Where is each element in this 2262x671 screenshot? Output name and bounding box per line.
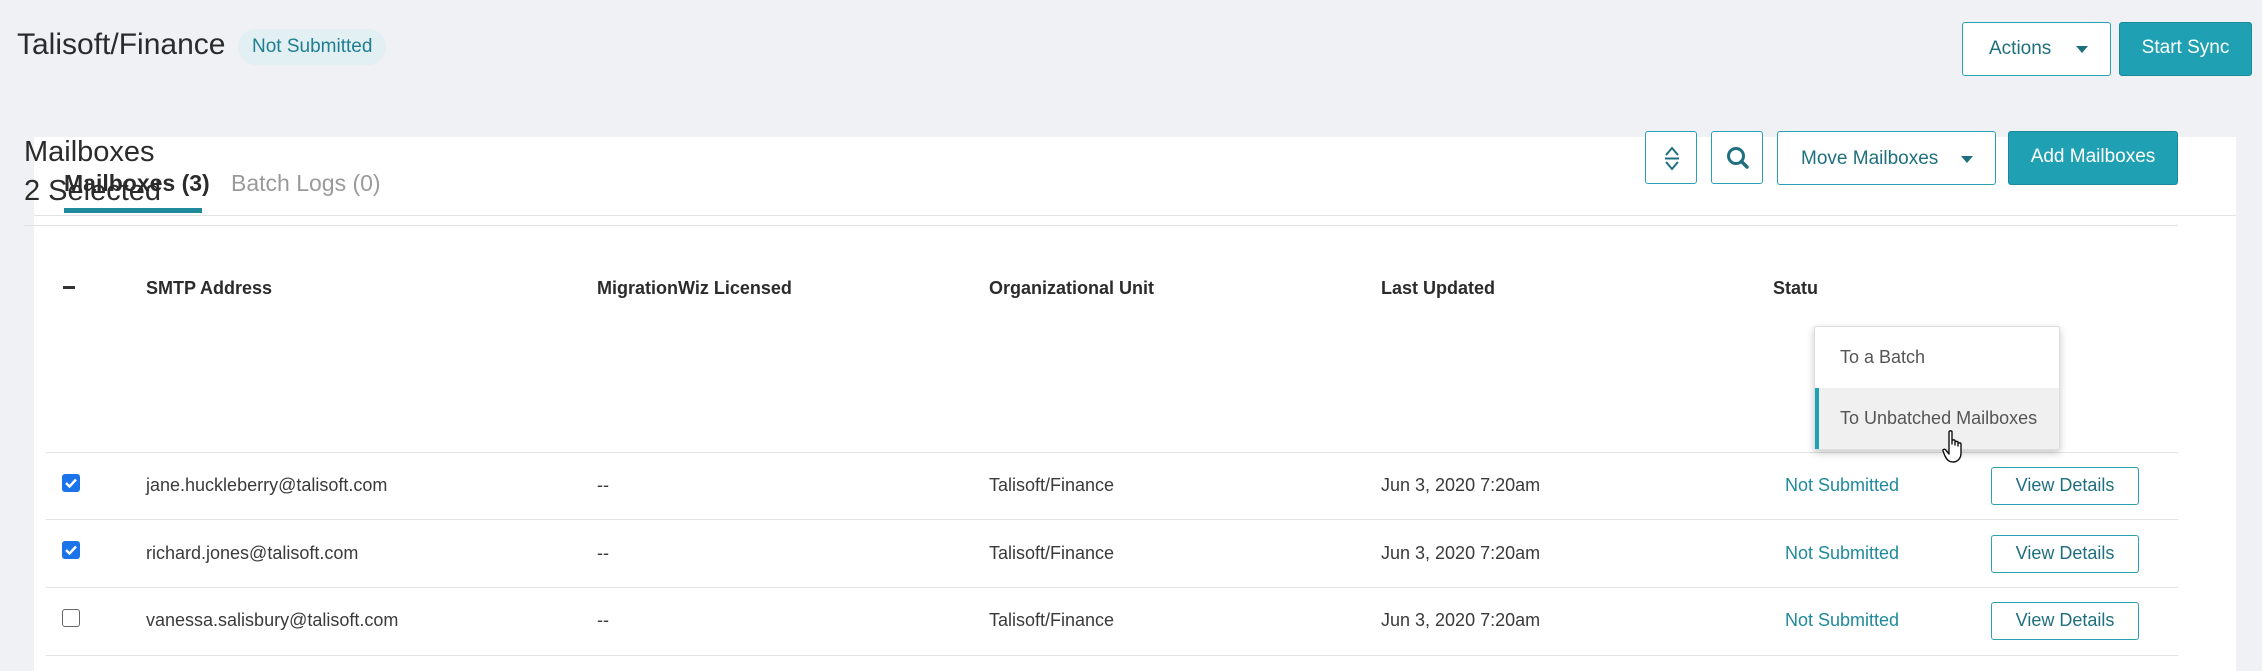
header-migrationwiz-licensed[interactable]: MigrationWiz Licensed xyxy=(597,278,792,299)
cell-organizational-unit: Talisoft/Finance xyxy=(989,475,1115,495)
row-divider xyxy=(46,655,2178,656)
cell-organizational-unit: Talisoft/Finance xyxy=(989,610,1115,630)
move-mailboxes-button[interactable]: Move Mailboxes xyxy=(1777,131,1996,185)
actions-dropdown-button[interactable]: Actions xyxy=(1962,22,2111,76)
header-status[interactable]: Statu xyxy=(1773,278,1818,299)
row-divider xyxy=(46,519,2178,520)
move-mailboxes-label: Move Mailboxes xyxy=(1801,148,1939,169)
row-checkbox[interactable] xyxy=(62,474,80,492)
menu-item-to-a-batch[interactable]: To a Batch xyxy=(1815,327,2059,388)
view-details-button[interactable]: View Details xyxy=(1991,602,2139,640)
cell-licensed: -- xyxy=(597,610,609,630)
cell-smtp-address: jane.huckleberry@talisoft.com xyxy=(146,475,388,495)
header-organizational-unit[interactable]: Organizational Unit xyxy=(989,278,1154,299)
move-mailboxes-menu: To a Batch To Unbatched Mailboxes xyxy=(1814,326,2060,450)
row-checkbox[interactable] xyxy=(62,609,80,627)
selected-count: 2 Selected xyxy=(24,175,162,207)
hand-pointer-cursor-icon xyxy=(1942,430,1962,463)
cell-status: Not Submitted xyxy=(1785,610,1900,630)
add-mailboxes-button[interactable]: Add Mailboxes xyxy=(2008,131,2178,185)
header-last-updated[interactable]: Last Updated xyxy=(1381,278,1495,299)
cell-status: Not Submitted xyxy=(1785,475,1900,495)
caret-down-icon xyxy=(2076,46,2088,53)
section-divider xyxy=(24,225,2178,226)
actions-label: Actions xyxy=(1989,38,2052,59)
search-button[interactable] xyxy=(1711,131,1763,184)
menu-selection-bar xyxy=(1815,388,1819,449)
view-details-button[interactable]: View Details xyxy=(1991,467,2139,505)
row-checkbox[interactable] xyxy=(62,541,80,559)
cell-last-updated: Jun 3, 2020 7:20am xyxy=(1381,610,1541,630)
cell-last-updated: Jun 3, 2020 7:20am xyxy=(1381,475,1541,495)
view-details-button[interactable]: View Details xyxy=(1991,535,2139,573)
page-header: Talisoft/Finance Not Submitted Actions S… xyxy=(0,0,2262,95)
search-icon xyxy=(1727,147,1749,169)
header-smtp-address[interactable]: SMTP Address xyxy=(146,278,272,299)
sort-button[interactable] xyxy=(1645,131,1697,184)
row-divider xyxy=(46,452,2178,453)
row-divider xyxy=(46,587,2178,588)
section-title: Mailboxes xyxy=(24,136,155,168)
tab-batch-logs[interactable]: Batch Logs (0) xyxy=(231,170,381,197)
checkmark-icon xyxy=(65,478,77,489)
cell-status: Not Submitted xyxy=(1785,543,1900,563)
status-badge: Not Submitted xyxy=(238,29,387,65)
caret-down-icon xyxy=(1961,156,1973,163)
sort-expand-icon xyxy=(1665,146,1679,171)
deselect-all-checkbox[interactable] xyxy=(63,286,75,289)
cell-smtp-address: vanessa.salisbury@talisoft.com xyxy=(146,610,399,630)
section-heading: Mailboxes 2 Selected xyxy=(24,133,161,211)
menu-item-to-unbatched-mailboxes[interactable]: To Unbatched Mailboxes xyxy=(1815,388,2059,449)
cell-last-updated: Jun 3, 2020 7:20am xyxy=(1381,543,1541,563)
page-title: Talisoft/Finance xyxy=(17,28,226,61)
cell-organizational-unit: Talisoft/Finance xyxy=(989,543,1115,563)
checkmark-icon xyxy=(65,545,77,556)
cell-licensed: -- xyxy=(597,475,609,495)
cell-licensed: -- xyxy=(597,543,609,563)
cell-smtp-address: richard.jones@talisoft.com xyxy=(146,543,359,563)
start-sync-button[interactable]: Start Sync xyxy=(2119,22,2252,76)
